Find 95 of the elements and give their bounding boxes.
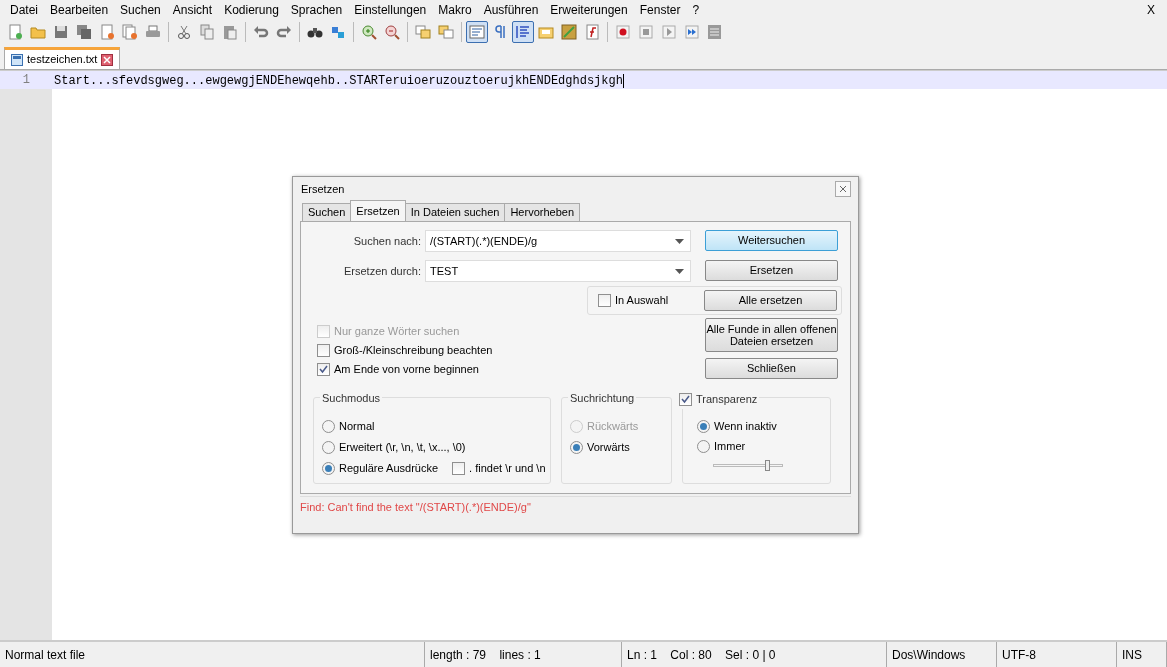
folder-icon (30, 24, 46, 40)
new-document-icon (7, 24, 23, 40)
radio-button[interactable] (322, 462, 335, 475)
undo-icon (253, 24, 269, 40)
menu-item[interactable]: Kodierung (218, 0, 285, 19)
tab[interactable]: In Dateien suchen (404, 203, 506, 221)
code-line: Start...sfevdsgweg...ewgewgjENDEhewqehb..STARTeruioeruzouztoerujkhENDEdghdsjkgh (54, 74, 624, 88)
paste-icon (222, 24, 238, 40)
radio-label: Reguläre Ausdrücke (339, 461, 439, 477)
file-tab[interactable]: testzeichen.txt (4, 47, 121, 69)
menu-item[interactable]: Fenster (633, 0, 687, 19)
checkbox[interactable] (317, 363, 330, 376)
close-icon[interactable] (101, 53, 114, 66)
floppy-disks-icon (76, 24, 92, 40)
radio-button[interactable] (697, 439, 710, 453)
menu-item[interactable]: Datei (4, 0, 44, 19)
function-icon (584, 24, 600, 40)
tab[interactable]: Ersetzen (350, 200, 406, 221)
menu-item[interactable]: ? (686, 0, 706, 19)
checkbox-label: Am Ende von vorne beginnen (334, 362, 479, 378)
menu-item[interactable]: Erweiterungen (544, 0, 634, 19)
checkbox-label: Nur ganze Wörter suchen (334, 324, 460, 340)
field-label: Suchen nach: (352, 233, 422, 249)
document-icon (11, 53, 23, 66)
record-icon (615, 24, 631, 40)
tab[interactable]: Hervorheben (504, 203, 580, 221)
checkbox-label: . findet \r und \n (469, 461, 546, 477)
radio-label: Erweitert (\r, \n, \t, \x..., \0) (339, 440, 466, 456)
menu-item[interactable]: Ausführen (477, 0, 545, 19)
checkbox[interactable] (598, 294, 611, 307)
fast-forward-icon (684, 24, 700, 40)
status-message: Find: Can't find the text "/(START)(.*)(ENDE)/g" (300, 496, 851, 518)
radio-button[interactable] (322, 420, 335, 433)
menu-item[interactable]: Ansicht (166, 0, 219, 19)
combo-field[interactable]: /(START)(.*)(ENDE)/g (425, 230, 691, 252)
radio-button[interactable] (322, 441, 335, 454)
checkbox[interactable] (452, 462, 466, 475)
play-icon (661, 24, 677, 40)
pilcrow-icon (492, 24, 508, 40)
scissors-icon (176, 24, 192, 40)
toolbar-button[interactable] (466, 21, 488, 43)
redo-icon (276, 24, 292, 40)
close-icon (839, 185, 847, 193)
map-icon (561, 24, 577, 40)
close-document-button[interactable]: X (1139, 0, 1163, 19)
dialog-title: Ersetzen (301, 181, 345, 197)
radio-label: Normal (339, 419, 375, 435)
status-text: UTF-8 (997, 642, 1117, 667)
checkbox-label: Groß-/Kleinschreibung beachten (334, 343, 493, 359)
radio-label: Immer (714, 438, 746, 454)
close-document-icon (99, 24, 115, 40)
menu-item[interactable]: Suchen (114, 0, 167, 19)
checkbox-label: In Auswahl (615, 293, 669, 309)
dropdown-arrow-icon[interactable] (675, 238, 684, 244)
menu-item[interactable]: Bearbeiten (44, 0, 115, 19)
copy-icon (199, 24, 215, 40)
stop-icon (638, 24, 654, 40)
dialog-button[interactable]: Alle Funde in allen offenen Dateien ersetzen (705, 318, 838, 352)
zoom-in-icon (361, 24, 377, 40)
dialog-button[interactable]: Ersetzen (705, 260, 838, 281)
windows-icon (438, 24, 454, 40)
printer-icon (145, 24, 161, 40)
dialog-button[interactable]: Alle ersetzen (704, 290, 837, 311)
macro-list-icon (707, 24, 723, 40)
radio-label: Vorwärts (587, 440, 630, 456)
status-text: Normal text file (0, 642, 425, 667)
zoom-out-icon (384, 24, 400, 40)
field-label: Ersetzen durch: (342, 263, 422, 279)
status-text: Ln : 1 Col : 80 Sel : 0 | 0 (622, 642, 887, 667)
menu-item[interactable]: Einstellungen (348, 0, 433, 19)
line-number: 1 (0, 71, 52, 89)
dialog-button[interactable]: Weitersuchen (705, 230, 838, 251)
indent-lines-icon (515, 24, 531, 40)
status-text: INS (1117, 642, 1167, 667)
text-lines-icon (469, 24, 485, 40)
checkbox[interactable] (317, 344, 330, 357)
menu-item[interactable]: Makro (432, 0, 478, 19)
radio-button[interactable] (570, 441, 583, 454)
tab[interactable]: Suchen (302, 203, 352, 221)
checkbox-label: Transparenz (696, 392, 758, 408)
status-text: Dos\Windows (887, 642, 997, 667)
radio-label: Wenn inaktiv (714, 418, 777, 434)
radio-label: Rückwärts (587, 419, 639, 435)
replace-icon (330, 24, 346, 40)
dialog-button[interactable]: Schließen (705, 358, 838, 379)
status-text: length : 79 lines : 1 (425, 642, 622, 667)
windows-icon (415, 24, 431, 40)
combo-field[interactable]: TEST (425, 260, 691, 282)
dropdown-arrow-icon[interactable] (675, 268, 684, 274)
radio-button[interactable] (697, 419, 710, 433)
close-button[interactable] (835, 181, 851, 197)
menu-item[interactable]: Sprachen (284, 0, 349, 19)
slider-thumb[interactable] (765, 460, 771, 471)
close-documents-icon (122, 24, 138, 40)
checkbox[interactable] (679, 393, 692, 406)
